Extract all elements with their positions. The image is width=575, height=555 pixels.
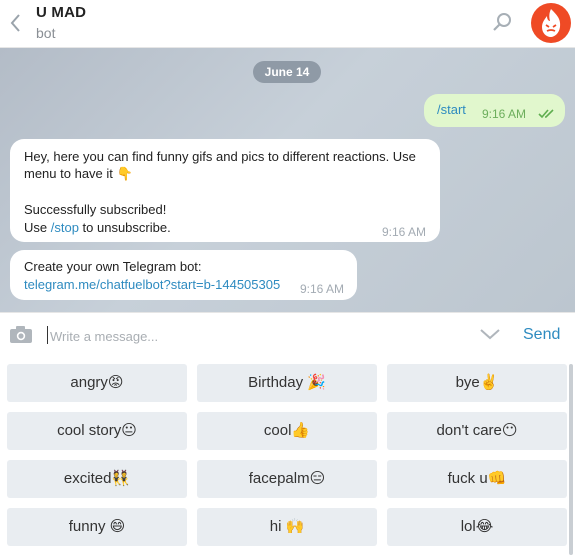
message-line: menu to have it 👇 xyxy=(24,166,133,181)
message-line: Hey, here you can find funny gifs and pi… xyxy=(24,149,416,164)
message-text: /start xyxy=(437,102,466,117)
message-time: 9:16 AM xyxy=(300,282,345,296)
chat-header: U MAD bot xyxy=(0,0,575,48)
chat-subtitle: bot xyxy=(36,25,56,41)
text-caret xyxy=(47,326,48,344)
message-input[interactable]: Write a message... xyxy=(50,329,158,344)
chat-area[interactable]: June 14 /start 9:16 AM Hey, here you can… xyxy=(0,48,575,312)
date-separator: June 14 xyxy=(253,61,321,83)
avatar[interactable] xyxy=(531,3,571,43)
keyboard-button[interactable]: angry😡 xyxy=(7,364,187,402)
outgoing-message[interactable]: /start 9:16 AM xyxy=(424,94,565,127)
flame-face-icon xyxy=(542,9,561,37)
message-text: to unsubscribe. xyxy=(78,220,171,235)
double-check-icon xyxy=(538,107,556,119)
message-text: Use xyxy=(24,220,51,235)
message-time: 9:16 AM xyxy=(382,225,427,239)
camera-icon[interactable] xyxy=(8,324,34,344)
message-time: 9:16 AM xyxy=(482,107,527,121)
bot-keyboard: angry😡 Birthday 🎉 bye✌️ cool story😐 cool… xyxy=(0,356,575,555)
search-icon[interactable] xyxy=(491,12,513,34)
keyboard-button[interactable]: fuck u👊 xyxy=(387,460,567,498)
incoming-message[interactable]: Create your own Telegram bot: telegram.m… xyxy=(10,250,357,300)
message-line: Successfully subscribed! xyxy=(24,202,167,217)
keyboard-button[interactable]: facepalm😑 xyxy=(197,460,377,498)
keyboard-button[interactable]: don't care😶 xyxy=(387,412,567,450)
keyboard-button[interactable]: cool👍 xyxy=(197,412,377,450)
keyboard-button[interactable]: cool story😐 xyxy=(7,412,187,450)
chevron-left-icon[interactable] xyxy=(8,12,24,34)
keyboard-scrollbar[interactable] xyxy=(569,364,573,555)
incoming-message[interactable]: Hey, here you can find funny gifs and pi… xyxy=(10,139,440,242)
chat-title[interactable]: U MAD xyxy=(36,4,86,21)
message-composer: Write a message... Send xyxy=(0,312,575,356)
keyboard-button[interactable]: funny 😄 xyxy=(7,508,187,546)
chatfuel-link[interactable]: telegram.me/chatfuelbot?start=b-14450530… xyxy=(24,277,280,292)
chevron-down-icon[interactable] xyxy=(479,327,501,341)
send-button[interactable]: Send xyxy=(523,326,560,344)
keyboard-button[interactable]: bye✌️ xyxy=(387,364,567,402)
message-line: Use /stop to unsubscribe. xyxy=(24,220,171,235)
stop-command-link[interactable]: /stop xyxy=(51,220,79,235)
message-line: Create your own Telegram bot: xyxy=(24,259,202,274)
keyboard-button[interactable]: Birthday 🎉 xyxy=(197,364,377,402)
keyboard-button[interactable]: lol😂 xyxy=(387,508,567,546)
keyboard-button[interactable]: excited👯 xyxy=(7,460,187,498)
keyboard-button[interactable]: hi 🙌 xyxy=(197,508,377,546)
